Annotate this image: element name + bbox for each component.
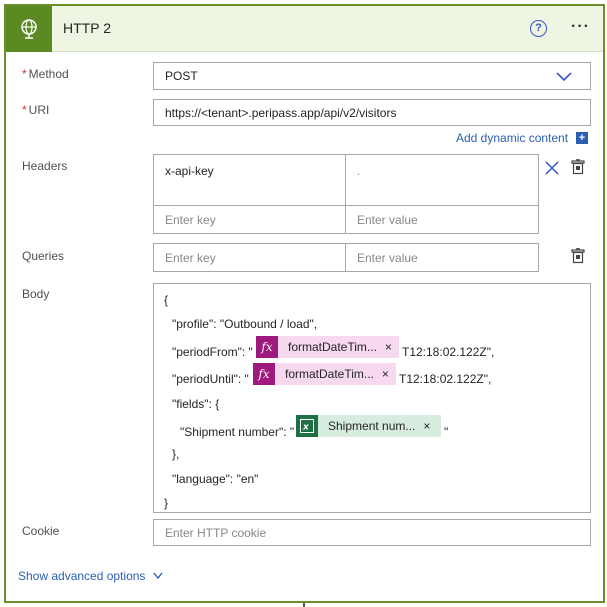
header-value-input[interactable]: . [345, 154, 539, 206]
card-header[interactable]: HTTP 2 ? ··· [6, 6, 603, 52]
flow-connector [303, 603, 305, 607]
method-label: * Method [22, 67, 69, 81]
queries-label: Queries [22, 249, 65, 263]
cookie-input[interactable]: Enter HTTP cookie [153, 519, 591, 546]
method-value: POST [165, 69, 198, 83]
token-remove-icon[interactable]: × [385, 340, 398, 354]
token-label: formatDateTim... [285, 367, 374, 381]
show-advanced-options-link[interactable]: Show advanced options [18, 569, 145, 583]
uri-label: * URI [22, 103, 50, 117]
body-close-brace: } [164, 496, 169, 510]
uri-input[interactable]: https://<tenant>.peripass.app/api/v2/vis… [153, 99, 591, 126]
uri-value: https://<tenant>.peripass.app/api/v2/vis… [165, 105, 397, 120]
body-period-until-suffix: T12:18:02.122Z", [399, 372, 492, 386]
method-select[interactable]: POST [153, 62, 591, 90]
more-options-icon[interactable]: ··· [571, 18, 590, 36]
header-new-key-input[interactable]: Enter key [153, 205, 346, 234]
globe-icon [6, 6, 52, 52]
token-remove-icon[interactable]: × [382, 367, 395, 381]
remove-header-icon[interactable] [545, 161, 559, 175]
token-remove-icon[interactable]: × [423, 419, 436, 433]
help-icon[interactable]: ? [530, 20, 547, 37]
headers-label: Headers [22, 159, 68, 173]
token-format-date-until[interactable]: fx formatDateTim... × [253, 363, 396, 385]
body-open-brace: { [164, 293, 169, 307]
add-dynamic-content-icon[interactable]: + [576, 132, 588, 144]
svg-text:x: x [302, 423, 310, 433]
body-label: Body [22, 287, 50, 301]
add-dynamic-content-link[interactable]: Add dynamic content [456, 131, 568, 145]
cookie-label: Cookie [22, 524, 60, 538]
body-period-from-suffix: T12:18:02.122Z", [402, 345, 495, 359]
body-period-from-prefix: "periodFrom": " [172, 345, 253, 359]
header-new-value-input[interactable]: Enter value [345, 205, 539, 234]
body-language-line: "language": "en" [172, 472, 259, 486]
token-label: formatDateTim... [288, 340, 377, 354]
token-shipment-number[interactable]: x Shipment num... × [296, 415, 441, 437]
excel-icon: x [296, 415, 318, 437]
header-key-input[interactable]: x-api-key [153, 154, 346, 206]
http-action-card: HTTP 2 ? ··· * Method POST * URI https://<… [4, 4, 605, 603]
queries-text-mode-icon[interactable] [571, 248, 585, 264]
fx-icon: fx [256, 336, 278, 358]
chevron-down-icon [556, 72, 572, 82]
token-label: Shipment num... [328, 419, 416, 433]
body-editor[interactable]: { "profile": "Outbound / load", "periodF… [153, 283, 591, 513]
token-format-date-from[interactable]: fx formatDateTim... × [256, 336, 399, 358]
body-fields-open: "fields": { [172, 397, 220, 411]
card-title[interactable]: HTTP 2 [63, 20, 111, 36]
body-fields-close: }, [172, 447, 180, 461]
query-value-input[interactable]: Enter value [345, 243, 539, 272]
fx-icon: fx [253, 363, 275, 385]
chevron-down-icon[interactable] [153, 572, 163, 580]
body-shipment-suffix: " [444, 425, 449, 439]
query-key-input[interactable]: Enter key [153, 243, 346, 272]
switch-to-text-mode-icon[interactable] [571, 159, 585, 175]
body-profile-line: "profile": "Outbound / load", [172, 317, 318, 331]
body-shipment-prefix: "Shipment number": " [180, 425, 295, 439]
body-period-until-prefix: "periodUntil": " [172, 372, 249, 386]
